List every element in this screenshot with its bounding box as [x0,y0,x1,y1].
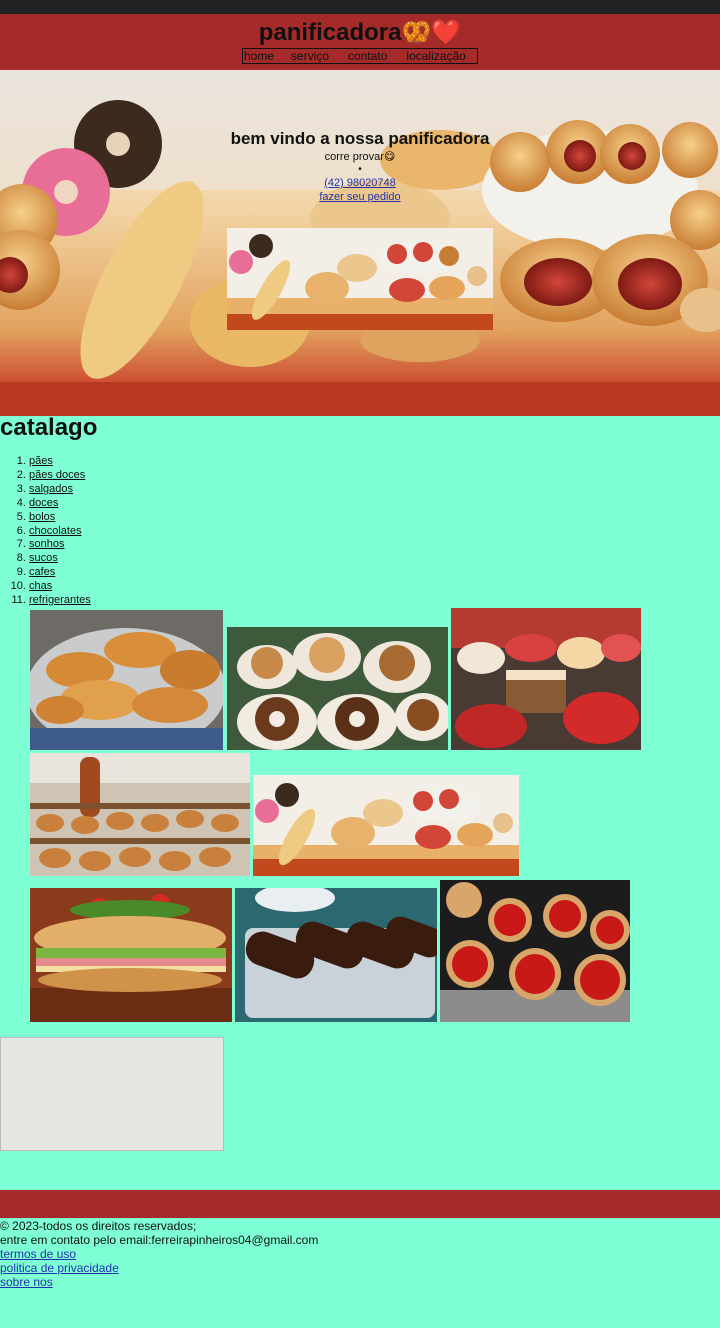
nav-contato[interactable]: contato [348,49,406,63]
bakery-shelf-photo [30,753,250,876]
hero-banner: bem vindo a nossa panificadora corre pro… [0,70,720,416]
contact-text: entre em contato pelo email:ferreirapinh… [0,1233,319,1247]
nav-servico[interactable]: serviço [291,49,348,63]
catalog-link-doces[interactable]: doces [29,497,58,509]
status-bar [0,0,720,14]
list-item: refrigerantes [29,594,91,608]
list-item: doces [29,497,91,511]
privacy-link[interactable]: politica de privacidade [0,1261,318,1275]
copyright-text: © 2023-todos os direitos reservados; [0,1219,197,1233]
catalog-link-chocolates[interactable]: chocolates [29,525,82,537]
phone-link[interactable]: (42) 98020748 [0,176,720,190]
list-item: chocolates [29,525,91,539]
hero-title: bem vindo a nossa panificadora [230,129,490,148]
list-item: sonhos [29,538,91,552]
list-item: sucos [29,552,91,566]
catalog-title: catalago [0,414,98,441]
nav-localizacao[interactable]: localização [406,49,474,63]
footer-bar [0,1190,720,1218]
list-item: cafes [29,566,91,580]
hero-text: bem vindo a nossa panificadora corre pro… [0,128,720,204]
site-title: panificadora🥨❤️ [258,19,462,46]
croissant-photo [30,610,223,750]
donuts-cakes-photo [227,627,448,750]
list-item: pães doces [29,469,91,483]
catalog-link-cafes[interactable]: cafes [29,566,55,578]
main-nav: home serviço contato localização [242,48,478,64]
pastries-board-photo [253,775,519,876]
catalog-link-paes[interactable]: pães [29,455,53,467]
list-item: salgados [29,483,91,497]
order-link[interactable]: fazer seu pedido [0,190,720,204]
map-embed-placeholder[interactable] [0,1037,224,1151]
catalog-link-paes-doces[interactable]: pães doces [29,469,85,481]
nav-home[interactable]: home [243,49,291,63]
list-item: chas [29,580,91,594]
hero-thumbnail-image [227,228,493,330]
catalog-link-sucos[interactable]: sucos [29,552,58,564]
site-header: panificadora🥨❤️ home serviço contato loc… [0,14,720,70]
terms-link[interactable]: termos de uso [0,1247,318,1261]
bullet-dot: • [358,164,362,175]
list-item: bolos [29,511,91,525]
catalog-list: pães pães doces salgados doces bolos cho… [0,455,91,608]
sandwich-photo [30,888,232,1022]
catalog-link-salgados[interactable]: salgados [29,483,73,495]
cakes-display-photo [451,608,641,750]
strawberry-tarts-photo [440,880,630,1022]
catalog-link-refrigerantes[interactable]: refrigerantes [29,594,91,606]
list-item: pães [29,455,91,469]
catalog-link-sonhos[interactable]: sonhos [29,538,64,550]
hero-subtitle: corre provar😋 [324,151,396,163]
eclairs-photo [235,888,437,1022]
catalog-link-bolos[interactable]: bolos [29,511,55,523]
catalog-link-chas[interactable]: chas [29,580,52,592]
about-link[interactable]: sobre nos [0,1275,318,1289]
footer: © 2023-todos os direitos reservados; ent… [0,1219,318,1289]
